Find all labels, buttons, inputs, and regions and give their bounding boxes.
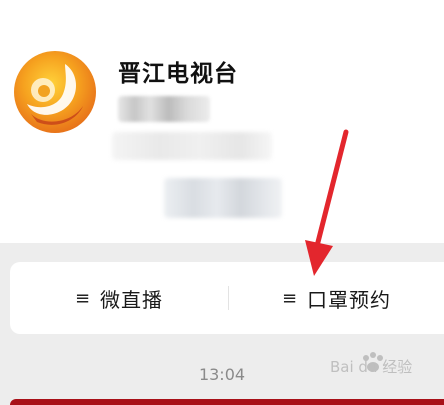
watermark: Bai du 经验 (322, 348, 440, 384)
watermark-text: Bai du 经验 (330, 358, 413, 376)
redacted-account-id (118, 96, 210, 122)
account-name: 晋江电视台 (118, 61, 238, 87)
account-logo[interactable] (13, 50, 97, 134)
redacted-follow-button[interactable] (164, 178, 282, 218)
menu-lines-icon: ≡ (74, 287, 91, 309)
redacted-account-info (112, 132, 272, 160)
message-banner[interactable] (10, 399, 444, 405)
menu-item-live[interactable]: ≡ 微直播 (10, 262, 228, 334)
menu-item-label: 口罩预约 (307, 287, 392, 312)
official-account-screen: 晋江电视台 ≡ 微直播 ≡ 口罩预约 13:04 Bai du 经验 (0, 0, 444, 405)
menu-item-mask-reservation[interactable]: ≡ 口罩预约 (229, 262, 444, 334)
menu-item-label: 微直播 (100, 287, 164, 312)
custom-menu-bar: ≡ 微直播 ≡ 口罩预约 (10, 262, 444, 334)
account-profile: 晋江电视台 (0, 0, 444, 243)
menu-lines-icon: ≡ (281, 287, 298, 309)
